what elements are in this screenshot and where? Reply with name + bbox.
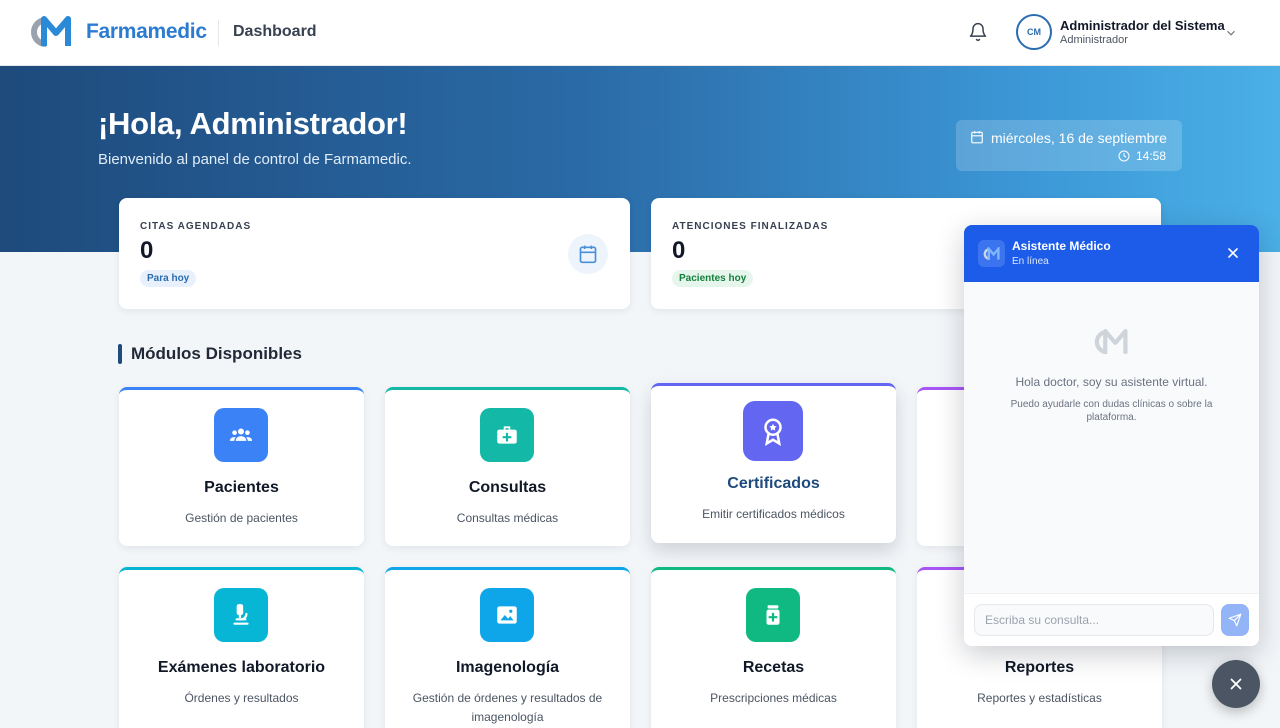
- calendar-icon: [568, 234, 608, 274]
- module-title: Exámenes laboratorio: [157, 659, 326, 676]
- stat-label: ATENCIONES FINALIZADAS: [672, 221, 829, 232]
- module-subtitle: Reportes y estadísticas: [977, 691, 1102, 705]
- medkit-icon: [480, 408, 534, 462]
- module-card-laboratorio[interactable]: Exámenes laboratorio Órdenes y resultado…: [119, 567, 364, 728]
- chat-footer: [964, 593, 1259, 646]
- chat-watermark-logo: [1094, 328, 1128, 355]
- calendar-icon: [971, 131, 983, 144]
- module-title: Certificados: [727, 475, 820, 492]
- stat-value: 0: [140, 237, 154, 264]
- stat-card-appointments[interactable]: CITAS AGENDADAS 0 Para hoy: [119, 198, 630, 309]
- module-subtitle: Consultas médicas: [456, 511, 559, 525]
- module-title: Recetas: [742, 659, 805, 676]
- module-subtitle: Emitir certificados médicos: [702, 507, 845, 521]
- module-card-consultas[interactable]: Consultas Consultas médicas: [385, 387, 630, 546]
- chat-title: Asistente Médico: [1012, 239, 1111, 253]
- farmamedic-logo[interactable]: [27, 15, 77, 49]
- avatar[interactable]: CM: [1016, 14, 1052, 50]
- module-card-certificados[interactable]: Certificados Emitir certificados médicos: [651, 383, 896, 543]
- greeting: ¡Hola, Administrador!: [98, 106, 408, 141]
- module-card-imagenologia[interactable]: Imagenología Gestión de órdenes y result…: [385, 567, 630, 728]
- divider: [218, 20, 219, 46]
- current-date: miércoles, 16 de septiembre: [991, 130, 1167, 146]
- image-icon: [480, 588, 534, 642]
- current-time: 14:58: [1136, 149, 1167, 163]
- stat-value: 0: [672, 237, 686, 264]
- module-title: Pacientes: [204, 479, 279, 496]
- stat-badge: Para hoy: [140, 270, 197, 287]
- send-icon: [1228, 613, 1242, 627]
- chat-status: En línea: [1012, 256, 1049, 267]
- award-icon: [743, 401, 803, 461]
- top-bar: Farmamedic Dashboard CM Administrador de…: [0, 0, 1280, 66]
- close-icon[interactable]: [1225, 245, 1241, 261]
- assistant-avatar: [978, 240, 1005, 267]
- date-box: miércoles, 16 de septiembre 14:58: [956, 120, 1182, 171]
- stat-badge: Pacientes hoy: [672, 270, 754, 287]
- module-card-recetas[interactable]: Recetas Prescripciones médicas: [651, 567, 896, 728]
- section-title: Módulos Disponibles: [131, 344, 302, 363]
- chat-panel: Asistente Médico En línea Hola doctor, s…: [964, 225, 1259, 646]
- module-title: Consultas: [468, 479, 547, 496]
- microscope-icon: [214, 588, 268, 642]
- clock-icon: [1118, 150, 1130, 162]
- module-title: Reportes: [1004, 659, 1075, 676]
- chat-help: Puedo ayudarle con dudas clínicas o sobr…: [1010, 399, 1213, 423]
- user-name[interactable]: Administrador del Sistema: [1060, 18, 1225, 33]
- chevron-down-icon[interactable]: [1224, 26, 1238, 40]
- module-subtitle: Gestión de órdenes y resultados de image…: [412, 691, 603, 724]
- send-button[interactable]: [1221, 604, 1249, 636]
- prescription-icon: [746, 588, 800, 642]
- user-role: Administrador: [1060, 34, 1128, 46]
- stat-label: CITAS AGENDADAS: [140, 221, 252, 232]
- module-subtitle: Gestión de pacientes: [185, 511, 298, 525]
- page-title: Dashboard: [233, 23, 317, 40]
- users-icon: [214, 408, 268, 462]
- bell-icon[interactable]: [968, 22, 988, 42]
- greeting-subtitle: Bienvenido al panel de control de Farmam…: [98, 151, 412, 168]
- close-icon: [1230, 678, 1242, 690]
- chat-toggle-button[interactable]: [1212, 660, 1260, 708]
- chat-input[interactable]: [974, 604, 1214, 636]
- module-title: Imagenología: [455, 659, 560, 676]
- module-subtitle: Órdenes y resultados: [184, 691, 299, 705]
- module-card-pacientes[interactable]: Pacientes Gestión de pacientes: [119, 387, 364, 546]
- module-subtitle: Prescripciones médicas: [710, 691, 837, 705]
- chat-header: Asistente Médico En línea: [964, 225, 1259, 282]
- chat-welcome: Hola doctor, soy su asistente virtual.: [1015, 375, 1208, 389]
- brand-name[interactable]: Farmamedic: [86, 20, 207, 44]
- section-accent-bar: [118, 344, 122, 364]
